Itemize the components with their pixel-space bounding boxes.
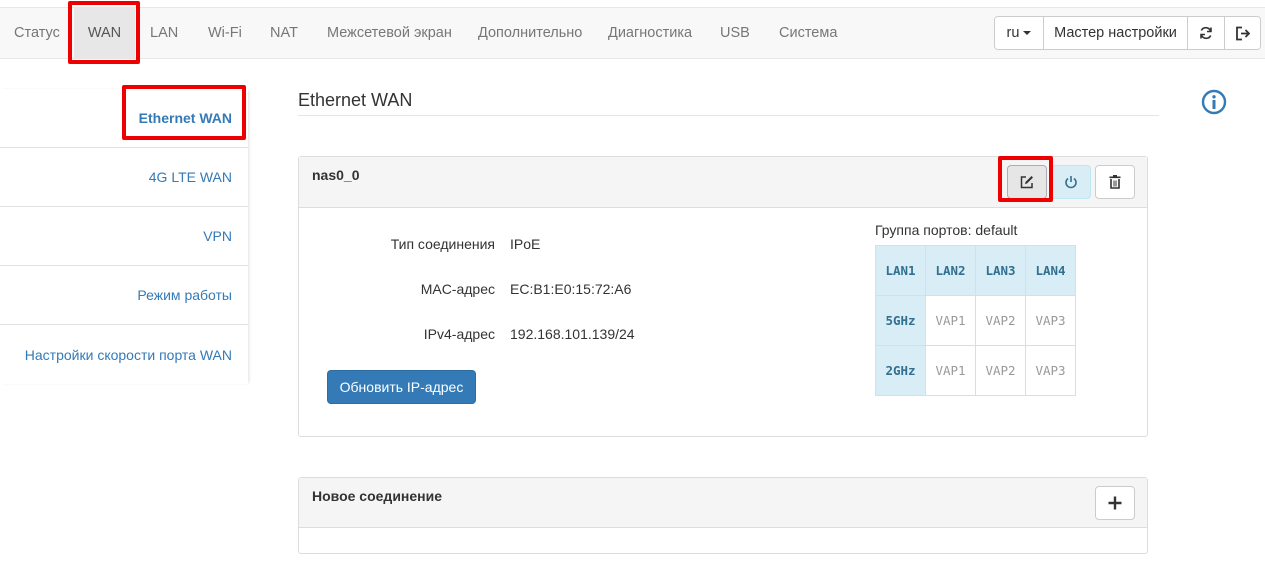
port-cell-5ghz: 5GHz <box>875 295 926 346</box>
connection-panel-body: Тип соединения IPoE MAC-адрес EC:B1:E0:1… <box>299 208 1147 436</box>
edit-icon <box>1020 176 1033 189</box>
port-group-table: LAN1 LAN2 LAN3 LAN4 5GHz VAP1 VAP2 VAP3 2GHz VAP1… <box>875 245 1076 396</box>
refresh-icon <box>1200 26 1212 40</box>
plus-icon <box>1108 496 1122 510</box>
new-connection-panel: Новое соединение <box>298 477 1148 554</box>
sidebar-menu: Ethernet WAN 4G LTE WAN VPN Режим работы… <box>0 89 248 384</box>
nav-advanced[interactable]: Дополнительно <box>478 8 582 58</box>
port-group-caption: Группа портов: default <box>875 222 1018 238</box>
connection-type-value: IPoE <box>510 236 541 252</box>
nav-lan[interactable]: LAN <box>150 8 178 58</box>
title-divider <box>298 115 1159 116</box>
sidebar-item-vpn[interactable]: VPN <box>0 207 248 266</box>
add-connection-button[interactable] <box>1095 486 1135 520</box>
port-row: 5GHz VAP1 VAP2 VAP3 <box>875 295 1076 346</box>
navbar-button-group: ru Мастер настройки <box>994 16 1261 50</box>
nav-wifi[interactable]: Wi-Fi <box>208 8 242 58</box>
sidebar-item-wan-port-speed[interactable]: Настройки скорости порта WAN <box>0 325 248 384</box>
sidebar-item-ethernet-wan[interactable]: Ethernet WAN <box>0 89 248 148</box>
mac-address-value: EC:B1:E0:15:72:A6 <box>510 281 632 297</box>
nav-usb[interactable]: USB <box>720 8 750 58</box>
nav-firewall[interactable]: Межсетевой экран <box>327 8 452 58</box>
new-connection-title: Новое соединение <box>312 488 443 504</box>
port-cell-vap2: VAP2 <box>975 295 1026 346</box>
delete-button[interactable] <box>1095 165 1135 199</box>
caret-down-icon <box>1023 31 1032 35</box>
port-cell-lan4: LAN4 <box>1025 245 1076 296</box>
setup-wizard-button[interactable]: Мастер настройки <box>1043 17 1187 49</box>
port-cell-2ghz: 2GHz <box>875 345 926 396</box>
power-icon <box>1065 176 1077 189</box>
connection-name: nas0_0 <box>312 167 360 183</box>
port-row: LAN1 LAN2 LAN3 LAN4 <box>875 245 1076 296</box>
trash-icon <box>1109 175 1121 189</box>
power-toggle-button[interactable] <box>1051 165 1091 199</box>
ipv4-address-value: 192.168.101.139/24 <box>510 326 635 342</box>
sidebar-item-4g-lte-wan[interactable]: 4G LTE WAN <box>0 148 248 207</box>
connection-type-label: Тип соединения <box>390 236 495 252</box>
refresh-button[interactable] <box>1187 17 1224 49</box>
port-cell-vap1: VAP1 <box>925 295 976 346</box>
page-title: Ethernet WAN <box>298 90 413 110</box>
renew-ip-button[interactable]: Обновить IP-адрес <box>327 370 476 404</box>
port-row: 2GHz VAP1 VAP2 VAP3 <box>875 345 1076 396</box>
port-cell-vap2: VAP2 <box>975 345 1026 396</box>
nav-wan[interactable]: WAN <box>74 8 135 58</box>
new-connection-heading: Новое соединение <box>299 478 1147 528</box>
info-icon[interactable] <box>1201 89 1227 115</box>
port-cell-vap3: VAP3 <box>1025 295 1076 346</box>
ipv4-address-label: IPv4-адрес <box>423 326 495 342</box>
connection-panel-heading: nas0_0 <box>299 157 1147 208</box>
language-label: ru <box>1006 25 1020 41</box>
logout-icon <box>1236 26 1250 40</box>
port-cell-lan1: LAN1 <box>875 245 926 296</box>
port-cell-lan2: LAN2 <box>925 245 976 296</box>
nav-nat[interactable]: NAT <box>270 8 298 58</box>
port-cell-vap1: VAP1 <box>925 345 976 396</box>
logout-button[interactable] <box>1224 17 1260 49</box>
nav-system[interactable]: Система <box>779 8 837 58</box>
sidebar-item-operation-mode[interactable]: Режим работы <box>0 266 248 325</box>
port-cell-lan3: LAN3 <box>975 245 1026 296</box>
connection-panel: nas0_0 Тип соединения IPoE MAC-адрес EC:… <box>298 156 1148 437</box>
mac-address-label: MAC-адрес <box>420 281 495 297</box>
language-dropdown[interactable]: ru <box>995 17 1043 49</box>
top-navbar: Статус WAN LAN Wi-Fi NAT Межсетевой экра… <box>0 7 1265 59</box>
port-cell-vap3: VAP3 <box>1025 345 1076 396</box>
nav-diagnostics[interactable]: Диагностика <box>608 8 692 58</box>
edit-button[interactable] <box>1007 165 1047 199</box>
nav-status[interactable]: Статус <box>14 8 60 58</box>
